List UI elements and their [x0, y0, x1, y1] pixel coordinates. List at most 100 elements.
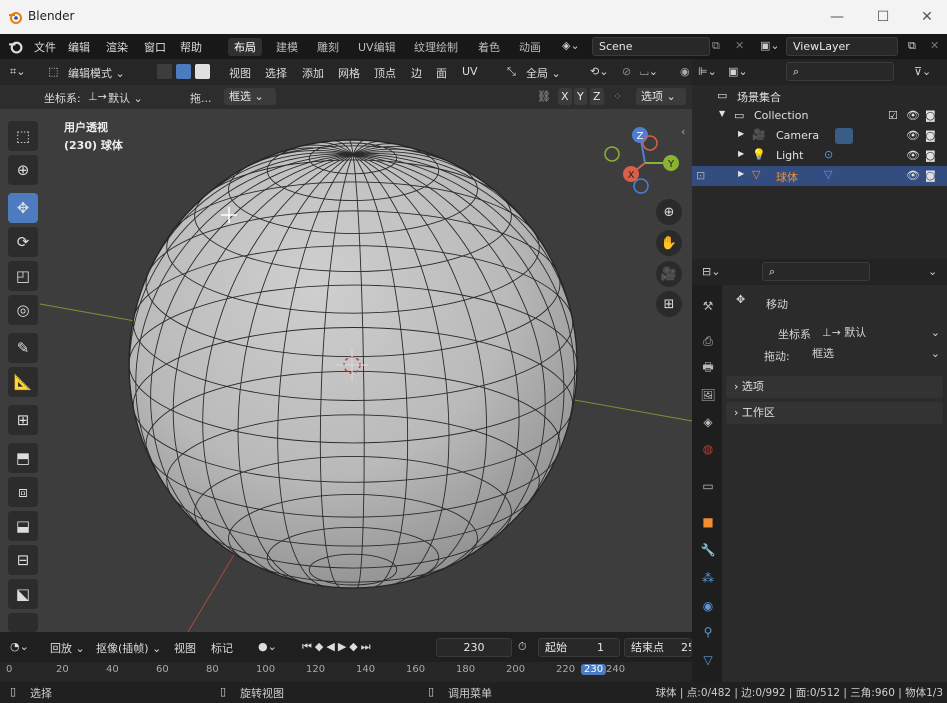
menu-render[interactable]: 渲染	[106, 39, 128, 55]
object-tab-icon[interactable]: ■	[697, 511, 719, 533]
outliner-scene-collection[interactable]: ▭ 场景集合	[692, 86, 947, 106]
physics-tab-icon[interactable]: ◉	[697, 595, 719, 617]
select-box-tool-icon[interactable]: ⬚	[8, 121, 38, 151]
drag-option[interactable]: 拖...	[190, 90, 212, 106]
bevel-tool-icon[interactable]: ⬓	[8, 511, 38, 541]
menu-uv[interactable]: UV	[462, 65, 478, 78]
menu-file[interactable]: 文件	[34, 39, 56, 55]
playback-menu[interactable]: 回放 ⌄	[50, 640, 85, 656]
expand-arrow-icon[interactable]: ▶	[738, 129, 744, 138]
camera-data-icon[interactable]	[835, 128, 853, 144]
expand-arrow-icon[interactable]: ▼	[719, 109, 725, 118]
properties-options-icon[interactable]: ⌄	[928, 265, 937, 278]
mirror-z-toggle[interactable]: Z	[590, 88, 604, 105]
add-cube-tool-icon[interactable]: ⊞	[8, 405, 38, 435]
menu-edit[interactable]: 编辑	[68, 39, 90, 55]
menu-add[interactable]: 添加	[302, 65, 324, 81]
edge-select-mode-icon[interactable]	[176, 64, 191, 79]
mirror-icon[interactable]: ⛓	[537, 90, 551, 103]
view-layer-tab-icon[interactable]: 🖼	[697, 384, 719, 406]
tab-sculpting[interactable]: 雕刻	[311, 38, 345, 56]
playback-controls[interactable]: ⏮◆◀▶◆⏭	[302, 640, 374, 654]
snap-target-icon[interactable]: ⌴⌄	[640, 65, 658, 79]
render-camera-icon[interactable]: ◙	[925, 109, 936, 122]
pan-hand-icon[interactable]: ✋	[656, 230, 682, 256]
start-frame-field[interactable]: 起始 1	[538, 638, 620, 657]
tab-uv-editing[interactable]: UV编辑	[352, 38, 402, 56]
preview-range-icon[interactable]: ⏱	[518, 640, 527, 654]
marker-menu[interactable]: 标记	[211, 640, 233, 656]
proportional-edit-icon[interactable]: ◉	[680, 65, 690, 78]
menu-window[interactable]: 窗口	[144, 39, 166, 55]
options-panel[interactable]: › 选项	[726, 376, 943, 398]
mirror-y-toggle[interactable]: Y	[574, 88, 587, 105]
delete-scene-icon[interactable]: ✕	[735, 39, 744, 52]
scene-tab-icon[interactable]: ◈	[697, 411, 719, 433]
tab-shading[interactable]: 着色	[472, 38, 506, 56]
visibility-eye-icon[interactable]: 👁	[906, 169, 920, 182]
constraints-tab-icon[interactable]: ⚲	[697, 621, 719, 643]
end-frame-field[interactable]: 结束点 25	[624, 638, 692, 657]
blender-menu-icon[interactable]	[8, 39, 23, 54]
coord-system-select[interactable]: 默认 ⌄	[108, 90, 178, 106]
properties-editor-type-icon[interactable]: ⊟⌄	[702, 265, 720, 278]
tab-layout[interactable]: 布局	[228, 38, 262, 56]
mesh-data-icon[interactable]: ▽	[824, 168, 832, 181]
visibility-eye-icon[interactable]: 👁	[906, 109, 920, 122]
render-tab-icon[interactable]: ⎙	[697, 330, 719, 352]
particles-tab-icon[interactable]: ⁂	[697, 567, 719, 589]
sidebar-toggle-icon[interactable]: ‹	[681, 125, 685, 138]
menu-view[interactable]: 视图	[229, 65, 251, 81]
close-button[interactable]: ✕	[912, 6, 942, 28]
current-frame-field[interactable]: 230	[436, 638, 512, 657]
tab-modeling[interactable]: 建模	[270, 38, 304, 56]
maximize-button[interactable]: ☐	[868, 6, 898, 28]
prop-coord-select[interactable]: ⊥→ 默认 ⌄	[818, 323, 944, 342]
pivot-point-icon[interactable]: ⟲⌄	[590, 65, 608, 78]
auto-key-icon[interactable]: ●⌄	[258, 640, 277, 653]
3d-viewport[interactable]: Z Y X ⌗⌄ ⬚ 编辑模式 ⌄ 视图 选择 添加 网格 顶点 边 面 UV …	[0, 59, 692, 632]
filter-icon[interactable]: ⊽⌄	[914, 65, 931, 78]
sphere-mesh[interactable]	[128, 139, 578, 589]
outliner-search-field[interactable]: ⌕	[786, 62, 894, 81]
menu-select[interactable]: 选择	[265, 65, 287, 81]
cursor-tool-icon[interactable]: ⊕	[8, 155, 38, 185]
auto-merge-icon[interactable]: ⁘	[613, 90, 622, 103]
menu-edge[interactable]: 边	[411, 65, 422, 81]
poly-build-tool-icon[interactable]	[8, 613, 38, 632]
outliner-item-sphere[interactable]: ⊡ ▶ ▽ 球体 ▽ 👁 ◙	[692, 166, 947, 186]
menu-face[interactable]: 面	[436, 65, 447, 81]
annotate-tool-icon[interactable]: ✎	[8, 333, 38, 363]
visibility-eye-icon[interactable]: 👁	[906, 129, 920, 142]
editor-type-icon[interactable]: ⌗⌄	[10, 65, 25, 79]
modifier-tab-icon[interactable]: 🔧	[697, 539, 719, 561]
perspective-toggle-icon[interactable]: ⊞	[656, 291, 682, 317]
delete-viewlayer-icon[interactable]: ✕	[930, 39, 939, 52]
zoom-icon[interactable]: ⊕	[656, 199, 682, 225]
visibility-eye-icon[interactable]: 👁	[906, 149, 920, 162]
expand-arrow-icon[interactable]: ▶	[738, 149, 744, 158]
transform-orientation-select[interactable]: 全局 ⌄	[526, 65, 578, 81]
tab-animation[interactable]: 动画	[513, 38, 547, 56]
timeline-view-menu[interactable]: 视图	[174, 640, 196, 656]
select-box-dropdown[interactable]: 框选 ⌄	[224, 88, 276, 105]
outliner-item-light[interactable]: ▶ 💡 Light ⊙ 👁 ◙	[692, 146, 947, 166]
render-camera-icon[interactable]: ◙	[925, 169, 936, 182]
options-dropdown[interactable]: 选项 ⌄	[636, 88, 686, 105]
outliner-editor-type-icon[interactable]: ⊫⌄	[698, 65, 717, 78]
world-tab-icon[interactable]: ◍	[697, 438, 719, 460]
render-camera-icon[interactable]: ◙	[925, 149, 936, 162]
outliner-item-camera[interactable]: ▶ 🎥 Camera 👁 ◙	[692, 126, 947, 146]
keying-menu[interactable]: 抠像(插帧) ⌄	[96, 640, 161, 656]
mode-select[interactable]: 编辑模式 ⌄	[68, 65, 152, 81]
viewlayer-selector-icon[interactable]: ▣⌄	[760, 39, 780, 52]
transform-tool-icon[interactable]: ◎	[8, 295, 38, 325]
snap-icon[interactable]: ⊘	[622, 65, 631, 78]
extrude-tool-icon[interactable]: ⬒	[8, 443, 38, 473]
scene-selector-icon[interactable]: ◈⌄	[562, 39, 580, 52]
menu-help[interactable]: 帮助	[180, 39, 202, 55]
inset-tool-icon[interactable]: ⧈	[8, 477, 38, 507]
face-select-mode-icon[interactable]	[195, 64, 210, 79]
outliner-item-collection[interactable]: ▼ ▭ Collection ☑ 👁 ◙	[692, 106, 947, 126]
measure-tool-icon[interactable]: 📐	[8, 367, 38, 397]
